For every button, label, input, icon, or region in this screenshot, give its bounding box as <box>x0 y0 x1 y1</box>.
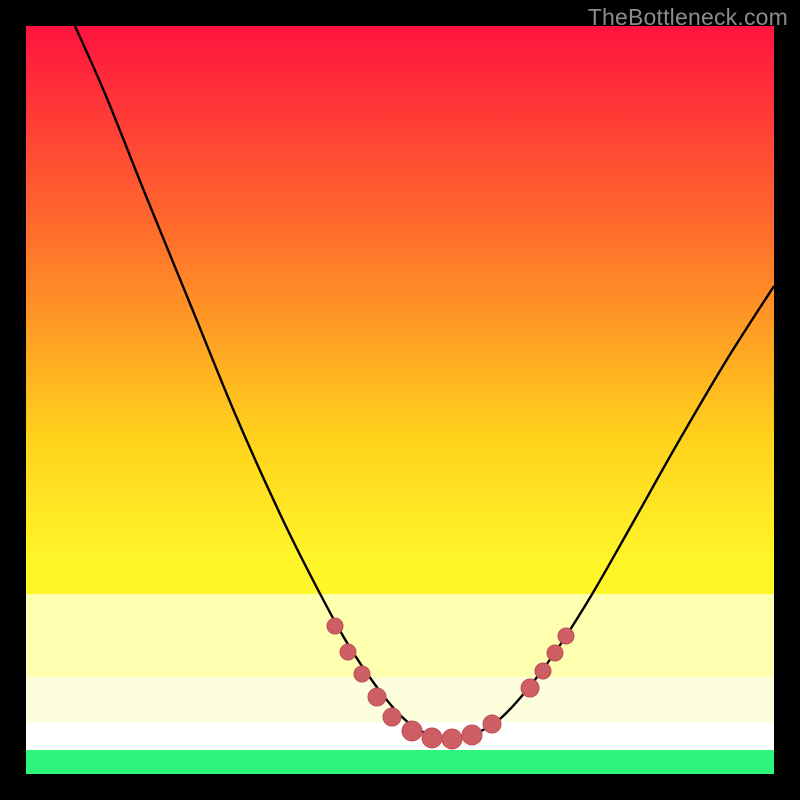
chart-svg <box>26 26 774 774</box>
marker-dot <box>383 708 401 726</box>
marker-dot <box>422 728 442 748</box>
marker-dot <box>547 645 563 661</box>
marker-dot <box>521 679 539 697</box>
marker-dot <box>483 715 501 733</box>
plot-area <box>26 26 774 774</box>
marker-dot <box>535 663 551 679</box>
marker-dot <box>442 729 462 749</box>
watermark-text: TheBottleneck.com <box>588 4 788 31</box>
marker-dot <box>368 688 386 706</box>
bottleneck-curve <box>75 26 774 739</box>
marker-dot <box>558 628 574 644</box>
marker-dot <box>340 644 356 660</box>
curve-markers <box>327 618 574 749</box>
marker-dot <box>462 725 482 745</box>
marker-dot <box>354 666 370 682</box>
marker-dot <box>402 721 422 741</box>
marker-dot <box>327 618 343 634</box>
